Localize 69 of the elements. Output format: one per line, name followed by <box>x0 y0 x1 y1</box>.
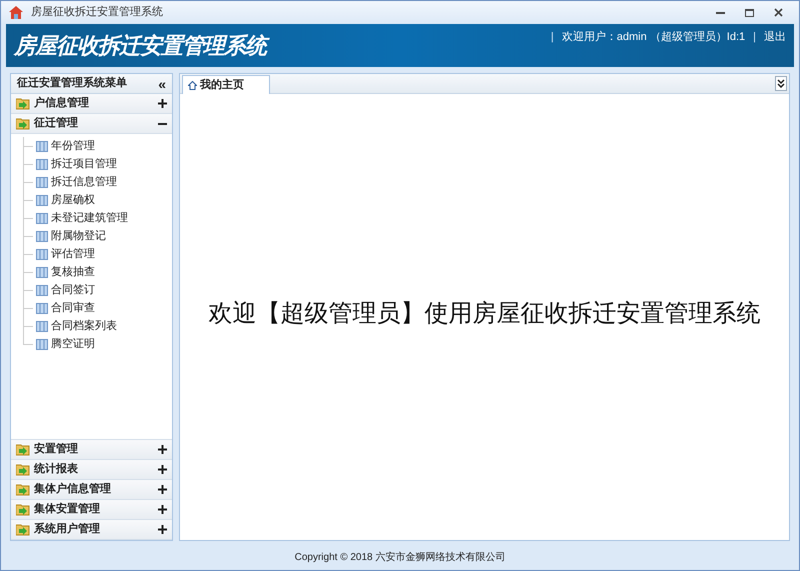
folder-arrow-icon <box>16 503 30 516</box>
plus-icon <box>158 485 167 494</box>
plus-icon <box>158 99 167 108</box>
folder-arrow-icon <box>16 117 30 130</box>
user-info: 欢迎用户：admin （超级管理员）Id:1 <box>562 30 746 45</box>
menu-group-label: 安置管理 <box>34 442 78 458</box>
maximize-icon[interactable] <box>745 8 754 16</box>
grid-icon <box>36 248 48 260</box>
menu-item[interactable]: 未登记建筑管理 <box>51 210 128 226</box>
sidebar-title: 征迁安置管理系统菜单 <box>17 76 127 92</box>
folder-arrow-icon <box>16 523 30 536</box>
plus-icon <box>158 465 167 474</box>
divider-mark: | <box>753 30 756 45</box>
home-icon <box>188 80 197 90</box>
minimize-icon[interactable] <box>716 11 725 14</box>
grid-icon <box>36 284 48 296</box>
grid-icon <box>36 158 48 170</box>
plus-icon <box>158 445 167 454</box>
divider-mark: | <box>550 30 554 45</box>
menu-group-header[interactable]: 集体户信息管理 <box>11 480 172 500</box>
collapse-button[interactable]: « <box>158 76 166 90</box>
copyright-text: Copyright © 2018 六安市金狮网络技术有限公司 <box>294 550 506 565</box>
menu-item[interactable]: 腾空证明 <box>51 336 95 352</box>
menu-item[interactable]: 合同档案列表 <box>51 318 117 334</box>
menu-group-label: 系统用户管理 <box>34 522 100 538</box>
menu-item[interactable]: 合同审查 <box>51 300 95 316</box>
menu-group-header[interactable]: 集体安置管理 <box>11 500 172 520</box>
grid-icon <box>36 266 48 278</box>
grid-icon <box>36 176 48 188</box>
tab[interactable]: 我的主页 <box>182 75 270 94</box>
menu-item[interactable]: 年份管理 <box>51 138 95 154</box>
grid-icon <box>36 230 48 242</box>
grid-icon <box>36 140 48 152</box>
menu-group-header[interactable]: 安置管理 <box>11 440 172 460</box>
grid-icon <box>36 212 48 224</box>
menu-group-header[interactable]: 征迁管理 <box>11 114 172 134</box>
plus-icon <box>158 505 167 514</box>
menu-group-label: 集体户信息管理 <box>34 482 111 498</box>
menu-item[interactable]: 复核抽查 <box>51 264 95 280</box>
minus-icon <box>158 122 167 124</box>
folder-arrow-icon <box>16 443 30 456</box>
menu-item[interactable]: 拆迁信息管理 <box>51 174 117 190</box>
menu-group-header[interactable]: 系统用户管理 <box>11 520 172 540</box>
folder-arrow-icon <box>16 483 30 496</box>
folder-arrow-icon <box>16 463 30 476</box>
menu-item[interactable]: 评估管理 <box>51 246 95 262</box>
double-chevron-icon <box>777 79 785 88</box>
grid-icon <box>36 194 48 206</box>
menu-group-label: 征迁管理 <box>34 116 78 132</box>
menu-group-label: 统计报表 <box>34 462 78 478</box>
menu-item[interactable]: 合同签订 <box>51 282 95 298</box>
plus-icon <box>158 525 167 534</box>
welcome-message: 欢迎【超级管理员】使用房屋征收拆迁安置管理系统 <box>208 299 760 329</box>
folder-arrow-icon <box>16 97 30 110</box>
menu-item[interactable]: 房屋确权 <box>51 192 95 208</box>
window-title: 房屋征收拆迁安置管理系统 <box>31 4 163 20</box>
menu-group-label: 户信息管理 <box>34 96 89 112</box>
menu-group-header[interactable]: 统计报表 <box>11 460 172 480</box>
menu-item[interactable]: 附属物登记 <box>51 228 106 244</box>
tab-menu-button[interactable] <box>775 76 787 91</box>
grid-icon <box>36 338 48 350</box>
logout-link[interactable]: 退出 <box>764 29 786 46</box>
grid-icon <box>36 320 48 332</box>
menu-group-header[interactable]: 户信息管理 <box>11 94 172 114</box>
grid-icon <box>36 302 48 314</box>
menu-item[interactable]: 拆迁项目管理 <box>51 156 117 172</box>
close-icon[interactable] <box>774 8 783 17</box>
house-icon <box>9 6 23 19</box>
menu-group-label: 集体安置管理 <box>34 502 100 518</box>
